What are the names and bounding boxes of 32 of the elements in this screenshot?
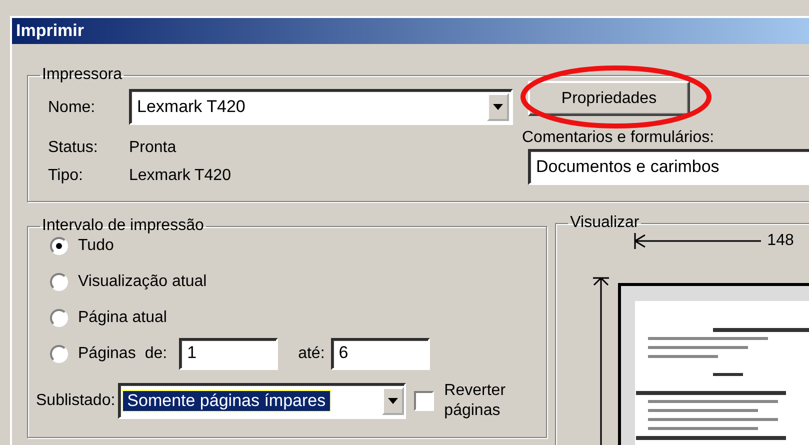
radio-button[interactable] bbox=[50, 272, 68, 290]
radio-button[interactable] bbox=[50, 344, 68, 362]
caret-icon bbox=[388, 398, 398, 404]
printer-dropdown[interactable]: Lexmark T420 bbox=[129, 89, 513, 126]
field-label: até: bbox=[298, 344, 325, 364]
properties-button[interactable]: Propriedades bbox=[528, 81, 690, 116]
group-label: Visualizar bbox=[569, 215, 640, 231]
field-label: Tipo: bbox=[48, 166, 84, 185]
radio-label[interactable]: Página atual bbox=[78, 308, 167, 328]
field-label: Comentarios e formulários: bbox=[522, 128, 716, 148]
field-label: Sublistado: bbox=[36, 391, 116, 411]
checkbox-label[interactable]: Reverter páginas bbox=[444, 381, 524, 421]
dimension-label: 148 bbox=[767, 231, 794, 251]
checkbox[interactable] bbox=[414, 391, 434, 411]
radio-label[interactable]: Tudo bbox=[78, 236, 114, 256]
to-field[interactable]: 6 bbox=[330, 338, 430, 370]
window-title: Imprimir bbox=[12, 18, 809, 44]
field-label: Status: bbox=[48, 138, 99, 158]
field-label: Nome: bbox=[48, 98, 96, 117]
radio-button[interactable] bbox=[50, 308, 68, 326]
group-label: Intervalo de impressão bbox=[41, 218, 205, 234]
field-value: Pronta bbox=[129, 138, 178, 158]
radio-label[interactable]: Visualização atual bbox=[78, 272, 207, 292]
group-label: Impressora bbox=[41, 67, 124, 83]
caret-icon bbox=[493, 104, 503, 110]
from-field[interactable]: 1 bbox=[179, 338, 278, 370]
radio-button[interactable] bbox=[50, 236, 68, 254]
comments-dropdown[interactable]: Documentos e carimbos bbox=[528, 149, 809, 186]
field-value: Lexmark T420 bbox=[129, 166, 232, 185]
radio-label[interactable]: Páginas bbox=[78, 344, 136, 364]
subset-dropdown[interactable]: Somente páginas ímpares bbox=[118, 383, 406, 419]
field-label: de: bbox=[144, 344, 168, 364]
